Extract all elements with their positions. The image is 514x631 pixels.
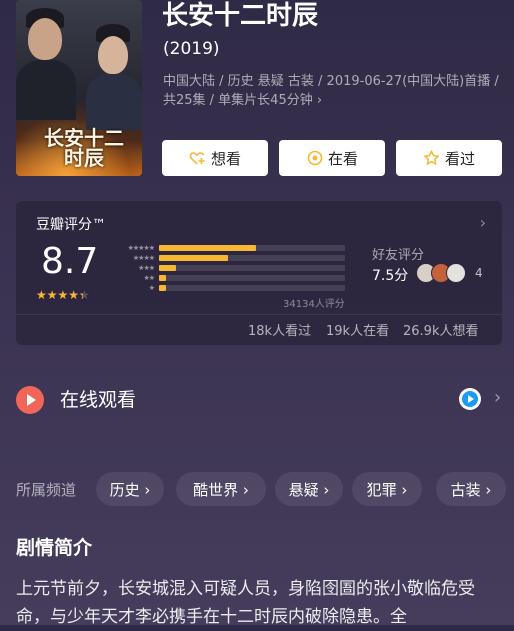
online-watch-row[interactable]: 在线观看 › — [16, 384, 506, 416]
poster-title-line1: 长安十二 — [44, 126, 124, 150]
rating-bar-label: ★ — [148, 284, 155, 292]
rating-bar-row: ★★★★★ — [113, 243, 353, 253]
friend-count: 4 — [475, 266, 483, 280]
poster-face-left — [28, 18, 62, 60]
poster-figure-right — [86, 74, 142, 130]
friend-rating-score: 7.5分 — [372, 268, 409, 284]
poster-face-right — [98, 36, 128, 74]
online-watch-label: 在线观看 — [60, 389, 137, 411]
rating-bar-label: ★★ — [143, 274, 155, 282]
avatar — [446, 263, 466, 283]
channel-chip-kushijie[interactable]: 酷世界 › — [176, 472, 266, 506]
channel-chip-history[interactable]: 历史 › — [96, 472, 164, 506]
rating-score: 8.7 — [41, 241, 99, 282]
rating-bar-fill — [159, 255, 228, 261]
vote-count: 34134人评分 — [283, 299, 345, 310]
rating-distribution: ★★★★★ ★★★★ ★★★ ★★ ★ — [113, 243, 353, 293]
page-title: 长安十二时辰 — [162, 1, 319, 31]
rating-bar-track — [159, 255, 345, 261]
friend-avatars[interactable] — [416, 263, 466, 283]
rating-bar-track — [159, 245, 345, 251]
synopsis-title: 剧情简介 — [16, 537, 93, 559]
rating-card[interactable]: 豆瓣评分™ › 8.7 ★★★★★ ★★★★★ ★★★★★★★★★★★★★★★ … — [16, 201, 502, 345]
rating-bar-fill — [159, 265, 176, 271]
want-to-watch-button[interactable]: 想看 — [162, 140, 268, 176]
rating-bar-track — [159, 285, 345, 291]
synopsis-text: 上元节前夕，长安城混入可疑人员，身陷囹圄的张小敬临危受命，与少年天才李必携手在十… — [16, 579, 475, 627]
rating-bar-label: ★★★★★ — [127, 244, 155, 252]
want-count: 26.9k人想看 — [403, 324, 479, 339]
chevron-right-icon[interactable]: › — [480, 213, 486, 232]
rating-bar-fill — [159, 275, 166, 281]
rating-bar-row: ★★★ — [113, 263, 353, 273]
watching-button[interactable]: 在看 — [279, 140, 385, 176]
rating-stars: ★★★★★ ★★★★★ — [36, 288, 90, 302]
poster-image[interactable]: 长安十二 时辰 — [16, 0, 142, 176]
poster-figure-left — [16, 60, 76, 120]
rating-bar-fill — [159, 245, 256, 251]
rating-bar-row: ★★ — [113, 273, 353, 283]
rating-bar-track — [159, 265, 345, 271]
want-to-watch-label: 想看 — [210, 149, 241, 168]
watching-label: 在看 — [327, 149, 358, 168]
rating-bar-label: ★★★ — [138, 264, 155, 272]
rating-bar-row: ★★★★ — [113, 253, 353, 263]
divider — [16, 314, 502, 315]
rating-bar-row: ★ — [113, 283, 353, 293]
play-icon — [16, 386, 44, 414]
watched-button[interactable]: 看过 — [396, 140, 502, 176]
release-year: (2019) — [163, 39, 220, 59]
channel-chip-costume[interactable]: 古装 › — [436, 472, 506, 506]
watched-label: 看过 — [444, 149, 475, 168]
watching-count: 19k人在看 — [326, 324, 390, 339]
channel-chip-mystery[interactable]: 悬疑 › — [275, 472, 343, 506]
rating-bar-label: ★★★★ — [132, 254, 155, 262]
stars-filled: ★★★★★ — [36, 288, 83, 302]
poster-title-line2: 时辰 — [64, 146, 104, 170]
friend-rating-label: 好友评分 — [372, 248, 425, 263]
tencent-video-icon[interactable] — [459, 388, 481, 410]
watched-count: 18k人看过 — [248, 324, 312, 339]
star-outline-icon — [423, 149, 441, 167]
douban-rating-label: 豆瓣评分™ — [36, 217, 106, 233]
meta-info-link[interactable]: 中国大陆 / 历史 悬疑 古装 / 2019-06-27(中国大陆)首播 / 共… — [163, 72, 503, 110]
chevron-right-icon[interactable]: › — [494, 387, 501, 408]
channel-chip-crime[interactable]: 犯罪 › — [352, 472, 422, 506]
target-circle-icon — [306, 149, 324, 167]
poster-title: 长安十二 时辰 — [42, 128, 126, 168]
channel-label: 所属频道 — [16, 481, 77, 499]
heart-plus-icon — [189, 149, 207, 167]
rating-bar-track — [159, 275, 345, 281]
rating-bar-fill — [159, 285, 166, 291]
